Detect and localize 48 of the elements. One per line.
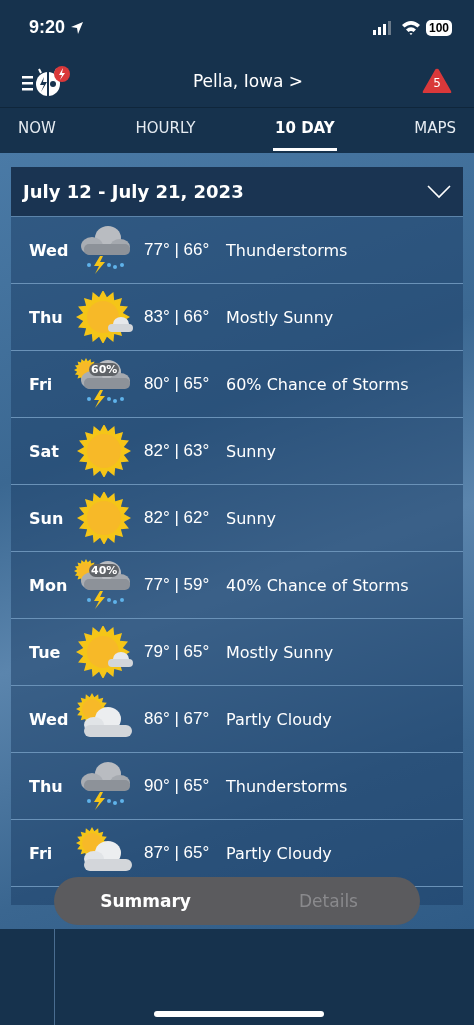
chance-label: 60% bbox=[89, 363, 120, 376]
temperature-range: 77° | 59° bbox=[144, 575, 211, 595]
condition-text: Mostly Sunny bbox=[226, 642, 334, 662]
location-selector[interactable]: Pella, Iowa > bbox=[74, 71, 422, 91]
day-label: Tue bbox=[29, 642, 62, 662]
day-label: Mon bbox=[29, 575, 69, 595]
condition-text: Sunny bbox=[226, 508, 277, 528]
day-label: Sat bbox=[29, 441, 60, 461]
alert-badge[interactable]: 5 bbox=[422, 68, 452, 94]
temperature-range: 79° | 65° bbox=[144, 642, 211, 662]
condition-text: 40% Chance of Storms bbox=[226, 575, 409, 595]
date-range-header[interactable]: July 12 - July 21, 2023 bbox=[11, 167, 463, 217]
day-label: Thu bbox=[29, 776, 64, 796]
day-label: Sun bbox=[29, 508, 65, 528]
sun-cloud-icon bbox=[74, 626, 134, 678]
condition-text: Partly Cloudy bbox=[226, 843, 332, 863]
view-option[interactable]: Summary bbox=[54, 877, 237, 925]
condition-text: Thunderstorms bbox=[226, 240, 348, 260]
tab[interactable]: MAPS bbox=[412, 108, 458, 151]
condition-text: 60% Chance of Storms bbox=[226, 374, 409, 394]
sun-cloud-icon bbox=[74, 291, 134, 343]
day-label: Wed bbox=[29, 240, 70, 260]
temperature-range: 87° | 65° bbox=[144, 843, 211, 863]
status-time: 9:20 bbox=[29, 17, 66, 38]
tab[interactable]: NOW bbox=[16, 108, 58, 151]
chance-label: 40% bbox=[89, 564, 120, 577]
chevron-icon bbox=[427, 184, 451, 199]
wifi-icon bbox=[400, 20, 421, 35]
day-label: Fri bbox=[29, 374, 54, 394]
signal-icon bbox=[372, 20, 393, 35]
tab[interactable]: HOURLY bbox=[133, 108, 198, 151]
day-label: Fri bbox=[29, 843, 54, 863]
condition-text: Thunderstorms bbox=[226, 776, 348, 796]
temperature-range: 83° | 66° bbox=[144, 307, 211, 327]
condition-text: Partly Cloudy bbox=[226, 709, 332, 729]
temperature-range: 82° | 62° bbox=[144, 508, 211, 528]
temperature-range: 77° | 66° bbox=[144, 240, 211, 260]
temperature-range: 90° | 65° bbox=[144, 776, 211, 796]
day-label: Wed bbox=[29, 709, 70, 729]
condition-text: Mostly Sunny bbox=[226, 307, 334, 327]
temperature-range: 86° | 67° bbox=[144, 709, 211, 729]
day-label: Thu bbox=[29, 307, 64, 327]
battery-indicator: 100 bbox=[425, 19, 452, 36]
temperature-range: 80° | 65° bbox=[144, 374, 211, 394]
condition-text: Sunny bbox=[226, 441, 277, 461]
location-arrow-icon bbox=[70, 20, 85, 35]
date-range: July 12 - July 21, 2023 bbox=[23, 181, 245, 202]
temperature-range: 82° | 63° bbox=[144, 441, 211, 461]
